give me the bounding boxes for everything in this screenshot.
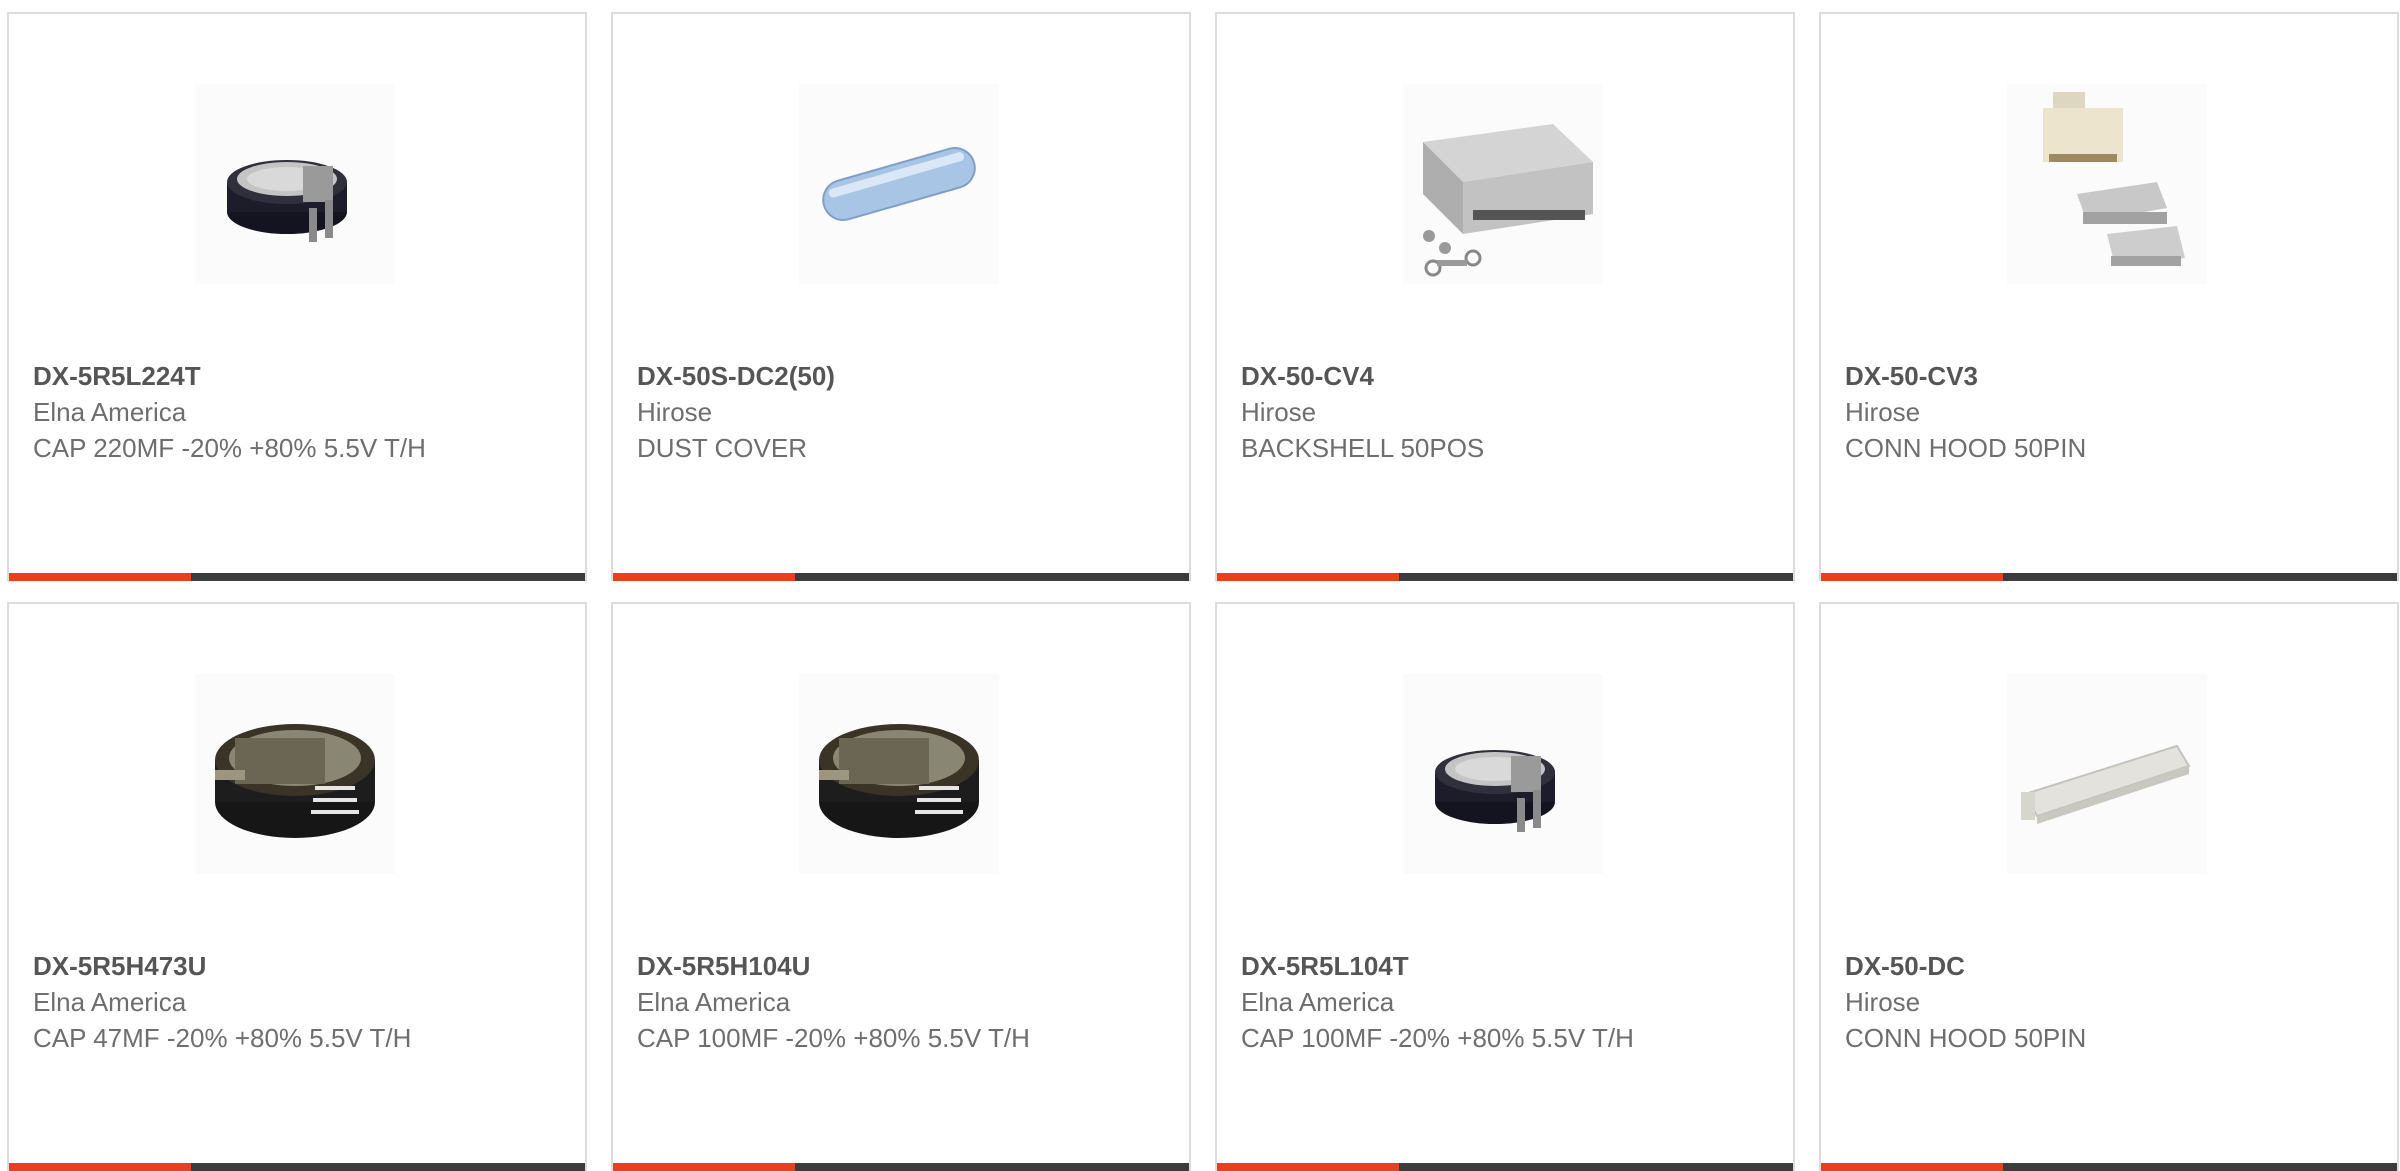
description: CAP 47MF -20% +80% 5.5V T/H [33, 1023, 412, 1053]
card-bottom-bar [1821, 1163, 2397, 1171]
manufacturer: Hirose [1845, 987, 1921, 1017]
description: BACKSHELL 50POS [1241, 433, 1485, 463]
description: DUST COVER [637, 433, 807, 463]
manufacturer: Elna America [33, 397, 187, 427]
card-bottom-bar [9, 1163, 585, 1171]
card-accent-bar [613, 573, 795, 581]
product-info: DX-50-DC Hirose CONN HOOD 50PIN [1845, 948, 2265, 1056]
description: CAP 100MF -20% +80% 5.5V T/H [637, 1023, 1030, 1053]
part-number-link[interactable]: DX-50S-DC2(50) [637, 358, 1057, 394]
manufacturer: Elna America [33, 987, 187, 1017]
product-image[interactable] [1403, 674, 1603, 874]
description: CAP 220MF -20% +80% 5.5V T/H [33, 433, 426, 463]
product-info: DX-50-CV3 Hirose CONN HOOD 50PIN [1845, 358, 2265, 466]
manufacturer: Elna America [637, 987, 791, 1017]
product-info: DX-50-CV4 Hirose BACKSHELL 50POS [1241, 358, 1661, 466]
card-accent-bar [1217, 573, 1399, 581]
card-bottom-bar [1217, 1163, 1793, 1171]
part-number-link[interactable]: DX-50-CV3 [1845, 358, 2265, 394]
manufacturer: Hirose [637, 397, 713, 427]
product-image[interactable] [1403, 84, 1603, 284]
part-number-link[interactable]: DX-50-DC [1845, 948, 2265, 984]
product-card[interactable]: DX-5R5L224T Elna America CAP 220MF -20% … [7, 12, 587, 581]
card-bottom-bar [9, 573, 585, 581]
product-grid: DX-5R5L224T Elna America CAP 220MF -20% … [7, 12, 2399, 1171]
card-bottom-bar [1217, 573, 1793, 581]
product-info: DX-5R5L104T Elna America CAP 100MF -20% … [1241, 948, 1661, 1056]
dust-cover-tube-icon [822, 147, 976, 221]
part-number-link[interactable]: DX-50-CV4 [1241, 358, 1661, 394]
product-image[interactable] [195, 84, 395, 284]
description: CONN HOOD 50PIN [1845, 433, 2087, 463]
part-number-link[interactable]: DX-5R5L224T [33, 358, 453, 394]
product-info: DX-5R5H104U Elna America CAP 100MF -20% … [637, 948, 1057, 1056]
product-card[interactable]: DX-5R5H473U Elna America CAP 47MF -20% +… [7, 602, 587, 1171]
manufacturer: Hirose [1241, 397, 1317, 427]
card-accent-bar [9, 573, 191, 581]
product-card[interactable]: DX-50-CV4 Hirose BACKSHELL 50POS [1215, 12, 1795, 581]
card-accent-bar [1217, 1163, 1399, 1171]
part-number-link[interactable]: DX-5R5H473U [33, 948, 453, 984]
product-info: DX-5R5H473U Elna America CAP 47MF -20% +… [33, 948, 453, 1056]
backshell-icon [1423, 124, 1593, 277]
product-image[interactable] [195, 674, 395, 874]
card-accent-bar [613, 1163, 795, 1171]
product-card[interactable]: DX-5R5H104U Elna America CAP 100MF -20% … [611, 602, 1191, 1171]
card-bottom-bar [1821, 573, 2397, 581]
product-image[interactable] [799, 674, 999, 874]
card-bottom-bar [613, 1163, 1189, 1171]
description: CONN HOOD 50PIN [1845, 1023, 2087, 1053]
part-number-link[interactable]: DX-5R5H104U [637, 948, 1057, 984]
product-image[interactable] [799, 84, 999, 284]
product-image[interactable] [2007, 674, 2207, 874]
coin-capacitor-tab-icon [215, 724, 375, 838]
part-number-link[interactable]: DX-5R5L104T [1241, 948, 1661, 984]
description: CAP 100MF -20% +80% 5.5V T/H [1241, 1023, 1634, 1053]
conn-hood-kit-icon [2043, 92, 2185, 266]
product-card[interactable]: DX-50S-DC2(50) Hirose DUST COVER [611, 12, 1191, 581]
coin-capacitor-tab-icon [819, 724, 979, 838]
card-accent-bar [1821, 1163, 2003, 1171]
manufacturer: Elna America [1241, 987, 1395, 1017]
coin-capacitor-pins-icon [1435, 750, 1555, 832]
product-info: DX-5R5L224T Elna America CAP 220MF -20% … [33, 358, 453, 466]
product-card[interactable]: DX-5R5L104T Elna America CAP 100MF -20% … [1215, 602, 1795, 1171]
card-accent-bar [1821, 573, 2003, 581]
product-card[interactable]: DX-50-DC Hirose CONN HOOD 50PIN [1819, 602, 2399, 1171]
product-card[interactable]: DX-50-CV3 Hirose CONN HOOD 50PIN [1819, 12, 2399, 581]
product-image[interactable] [2007, 84, 2207, 284]
card-accent-bar [9, 1163, 191, 1171]
hood-cover-bar-icon [2021, 744, 2191, 824]
manufacturer: Hirose [1845, 397, 1921, 427]
product-info: DX-50S-DC2(50) Hirose DUST COVER [637, 358, 1057, 466]
coin-capacitor-pins-icon [227, 160, 347, 242]
card-bottom-bar [613, 573, 1189, 581]
